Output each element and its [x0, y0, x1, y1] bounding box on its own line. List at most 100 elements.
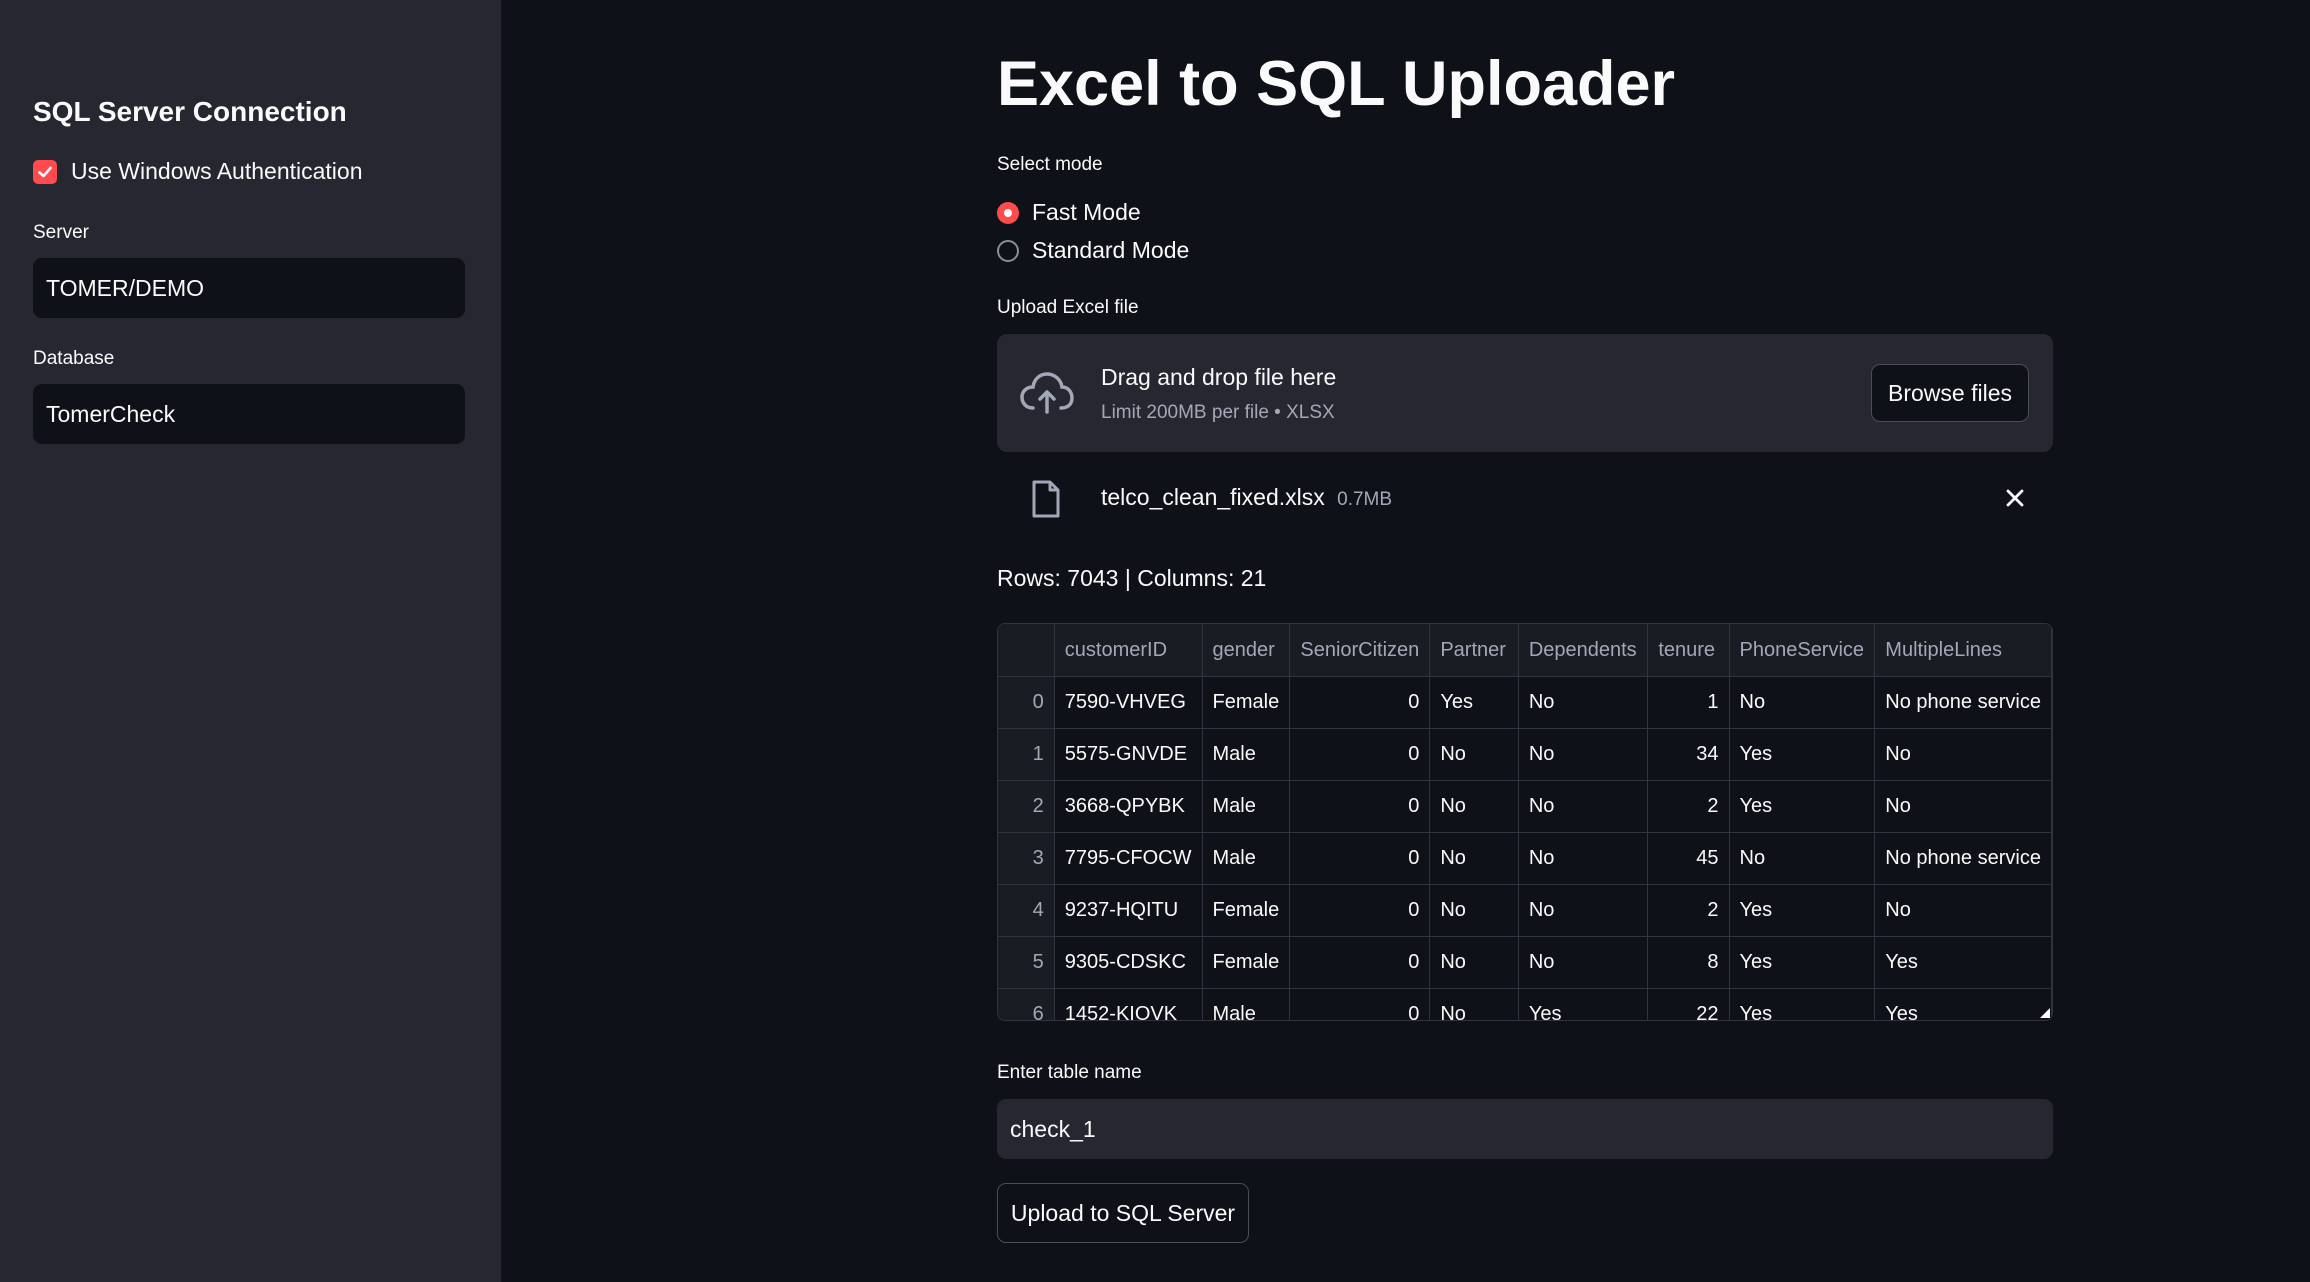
table-cell[interactable]: No — [1518, 780, 1649, 833]
radio-standard-mode[interactable]: Standard Mode — [997, 237, 1189, 264]
table-cell[interactable]: 0 — [1289, 676, 1431, 729]
table-cell[interactable]: 7590-VHVEG — [1054, 676, 1203, 729]
resize-handle-icon[interactable] — [2040, 1008, 2050, 1018]
table-cell[interactable]: 22 — [1647, 988, 1730, 1020]
table-row-index[interactable]: 1 — [998, 728, 1055, 781]
table-cell[interactable]: 0 — [1289, 884, 1431, 937]
table-cell[interactable]: No — [1729, 832, 1876, 885]
table-cell[interactable]: 5575-GNVDE — [1054, 728, 1203, 781]
table-cell[interactable]: 1 — [1647, 676, 1730, 729]
table-cell[interactable]: 45 — [1647, 832, 1730, 885]
table-cell[interactable]: No — [1874, 884, 2052, 937]
table-cell[interactable]: Male — [1202, 728, 1291, 781]
table-column-header[interactable]: gender — [1202, 624, 1291, 677]
table-row: 6 1452-KIOVK Male 0 No Yes 22 Yes Yes — [998, 988, 2052, 1020]
table-cell[interactable]: No — [1429, 832, 1519, 885]
table-index-header[interactable] — [998, 624, 1055, 677]
table-cell[interactable]: No — [1429, 780, 1519, 833]
table-cell[interactable]: Female — [1202, 936, 1291, 989]
table-cell[interactable]: No — [1429, 728, 1519, 781]
table-cell[interactable]: 0 — [1289, 728, 1431, 781]
page-title: Excel to SQL Uploader — [997, 49, 1676, 119]
checkbox-checked-icon[interactable] — [33, 159, 57, 184]
table-cell[interactable]: No — [1518, 936, 1649, 989]
table-cell[interactable]: 1452-KIOVK — [1054, 988, 1203, 1020]
table-row-index[interactable]: 4 — [998, 884, 1055, 937]
upload-to-sql-button[interactable]: Upload to SQL Server — [997, 1183, 1249, 1243]
file-dropzone[interactable]: Drag and drop file here Limit 200MB per … — [997, 334, 2053, 452]
table-cell[interactable]: 2 — [1647, 884, 1730, 937]
server-input[interactable] — [33, 258, 465, 318]
table-cell[interactable]: No — [1429, 936, 1519, 989]
table-row: 4 9237-HQITU Female 0 No No 2 Yes No — [998, 884, 2052, 937]
table-cell[interactable]: Yes — [1729, 780, 1876, 833]
file-name: telco_clean_fixed.xlsx — [1101, 484, 1325, 510]
table-cell[interactable]: No phone service — [1874, 832, 2052, 885]
table-cell[interactable]: 7795-CFOCW — [1054, 832, 1203, 885]
table-cell[interactable]: 9237-HQITU — [1054, 884, 1203, 937]
table-cell[interactable]: Yes — [1874, 988, 2052, 1020]
radio-unselected-icon[interactable] — [997, 239, 1019, 262]
table-row-index[interactable]: 5 — [998, 936, 1055, 989]
table-cell[interactable]: No — [1874, 728, 2052, 781]
table-cell[interactable]: 0 — [1289, 936, 1431, 989]
table-cell[interactable]: No — [1429, 884, 1519, 937]
table-cell[interactable]: No — [1518, 676, 1649, 729]
table-cell[interactable]: Yes — [1729, 936, 1876, 989]
radio-fast-mode[interactable]: Fast Mode — [997, 199, 1141, 226]
uploaded-file-row: telco_clean_fixed.xlsx 0.7MB — [997, 468, 2053, 532]
table-column-header[interactable]: Partner — [1429, 624, 1519, 677]
data-preview-table[interactable]: customerID gender SeniorCitizen Partner Depe… — [997, 623, 2053, 1021]
table-cell[interactable]: 0 — [1289, 780, 1431, 833]
table-header-row: customerID gender SeniorCitizen Partner Depe… — [998, 624, 2052, 677]
database-input[interactable] — [33, 384, 465, 444]
table-cell[interactable]: Male — [1202, 832, 1291, 885]
table-column-header[interactable]: tenure — [1647, 624, 1730, 677]
dropzone-instructions: Drag and drop file here — [1101, 364, 1337, 390]
table-cell[interactable]: 34 — [1647, 728, 1730, 781]
browse-files-button[interactable]: Browse files — [1871, 364, 2029, 422]
table-row-index[interactable]: 0 — [998, 676, 1055, 729]
table-row-index[interactable]: 6 — [998, 988, 1055, 1020]
windows-auth-checkbox[interactable]: Use Windows Authentication — [33, 158, 363, 185]
table-cell[interactable]: No — [1429, 988, 1519, 1020]
table-cell[interactable]: 0 — [1289, 832, 1431, 885]
table-cell[interactable]: 2 — [1647, 780, 1730, 833]
table-cell[interactable]: Yes — [1874, 936, 2052, 989]
table-cell[interactable]: No — [1518, 832, 1649, 885]
table-cell[interactable]: Yes — [1729, 988, 1876, 1020]
dropzone-limit: Limit 200MB per file • XLSX — [1101, 402, 1335, 423]
table-column-header[interactable]: PhoneService — [1729, 624, 1876, 677]
table-cell[interactable]: Yes — [1729, 728, 1876, 781]
table-cell[interactable]: 0 — [1289, 988, 1431, 1020]
table-body: 0 7590-VHVEG Female 0 Yes No 1 No No phone servi… — [998, 676, 2052, 1020]
close-icon[interactable] — [2001, 484, 2029, 512]
table-cell[interactable]: Yes — [1429, 676, 1519, 729]
data-summary: Rows: 7043 | Columns: 21 — [997, 565, 1267, 591]
table-cell[interactable]: 3668-QPYBK — [1054, 780, 1203, 833]
table-cell[interactable]: No — [1874, 780, 2052, 833]
table-cell[interactable]: No — [1518, 884, 1649, 937]
table-cell[interactable]: Yes — [1518, 988, 1649, 1020]
table-column-header[interactable]: SeniorCitizen — [1289, 624, 1431, 677]
table-name-input[interactable] — [997, 1099, 2053, 1159]
table-cell[interactable]: No phone service — [1874, 676, 2052, 729]
table-cell[interactable]: Female — [1202, 884, 1291, 937]
table-cell[interactable]: Male — [1202, 780, 1291, 833]
data-table: customerID gender SeniorCitizen Partner Depe… — [998, 624, 2052, 1020]
table-cell[interactable]: No — [1729, 676, 1876, 729]
table-cell[interactable]: 9305-CDSKC — [1054, 936, 1203, 989]
radio-selected-icon[interactable] — [997, 201, 1019, 224]
table-column-header[interactable]: MultipleLines — [1874, 624, 2052, 677]
table-cell[interactable]: Male — [1202, 988, 1291, 1020]
table-cell[interactable]: 8 — [1647, 936, 1730, 989]
table-row-index[interactable]: 3 — [998, 832, 1055, 885]
table-cell[interactable]: No — [1518, 728, 1649, 781]
table-column-header[interactable]: Dependents — [1518, 624, 1649, 677]
table-column-header[interactable]: customerID — [1054, 624, 1203, 677]
table-cell[interactable]: Female — [1202, 676, 1291, 729]
radio-standard-mode-label: Standard Mode — [1032, 237, 1190, 263]
table-cell[interactable]: Yes — [1729, 884, 1876, 937]
cloud-upload-icon — [1020, 372, 1074, 414]
table-row-index[interactable]: 2 — [998, 780, 1055, 833]
